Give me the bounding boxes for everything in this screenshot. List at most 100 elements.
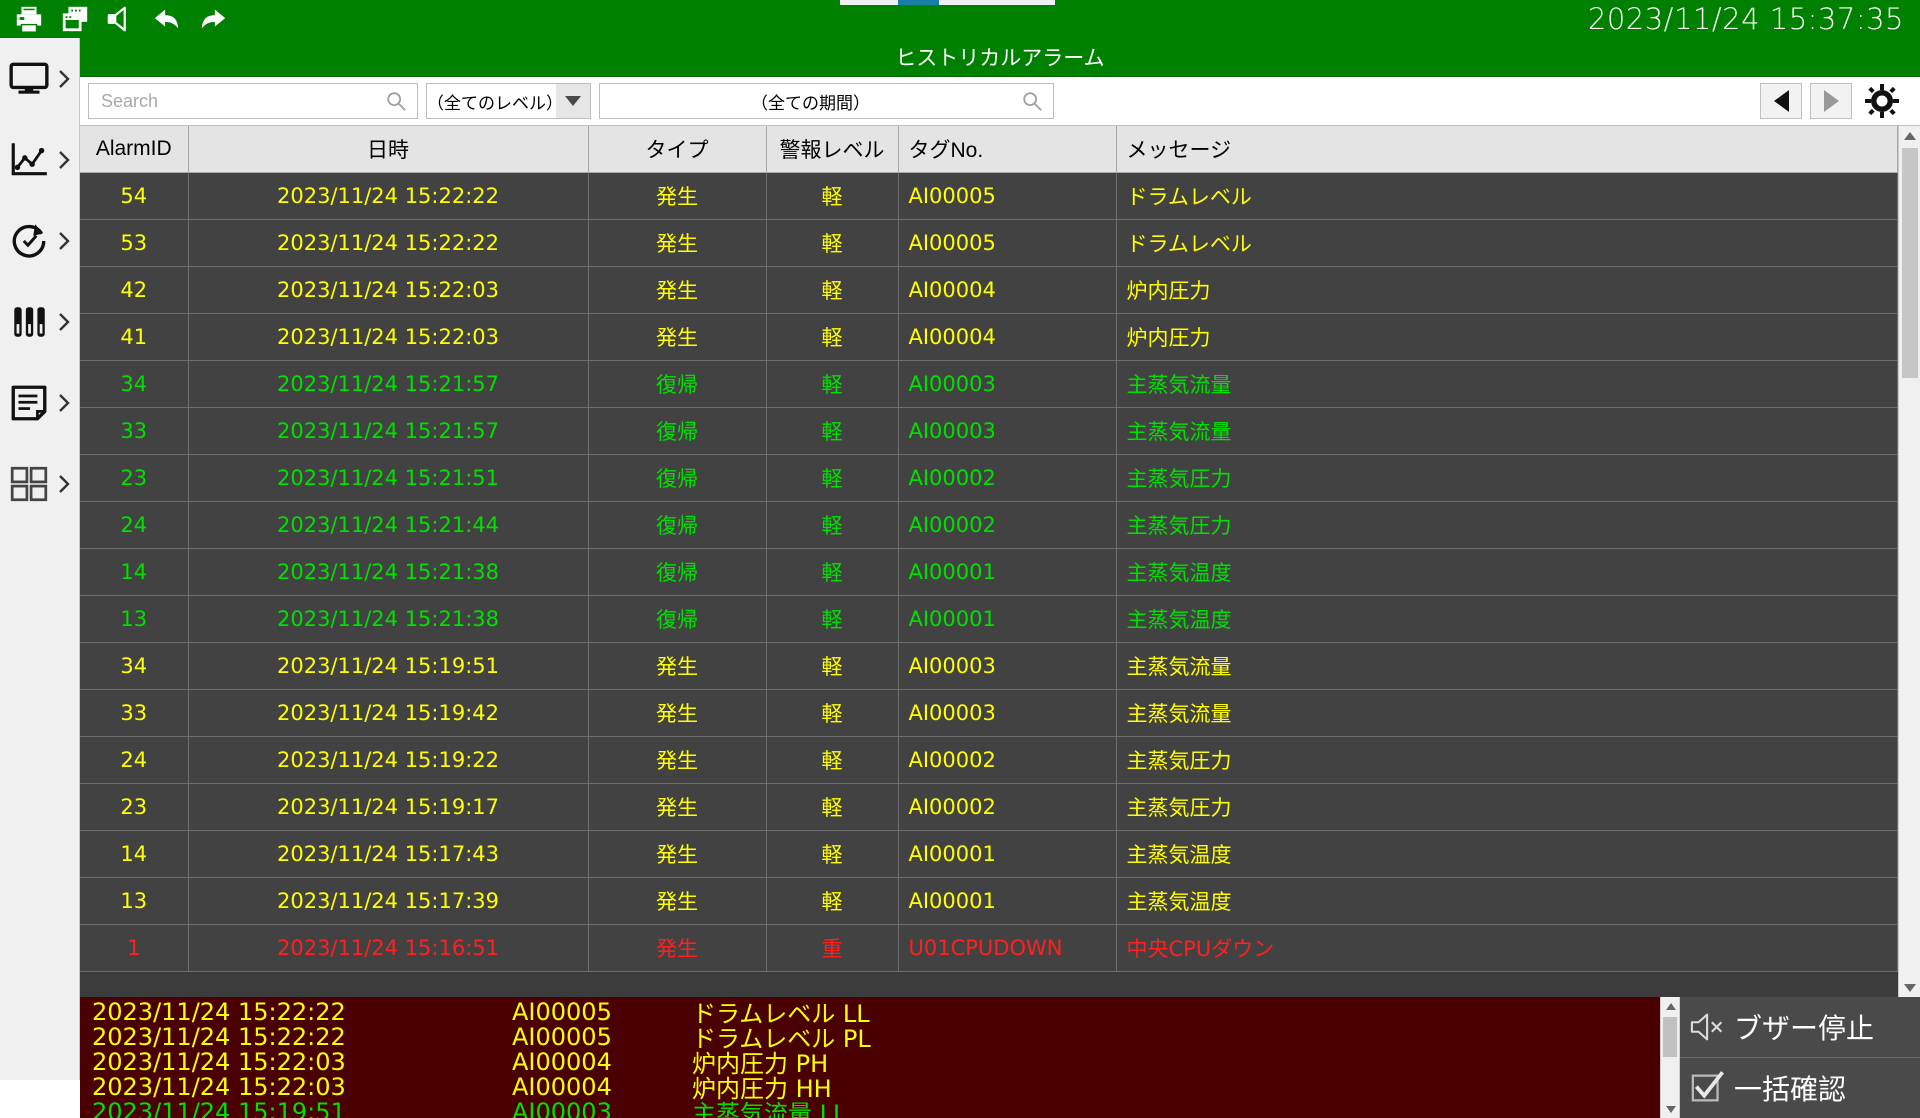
buzzer-icon[interactable] xyxy=(106,4,136,34)
table-row[interactable]: 422023/11/24 15:22:03発生軽AI00004炉内圧力 xyxy=(80,266,1898,313)
cell-level: 軽 xyxy=(766,454,898,501)
cell-datetime: 2023/11/24 15:21:38 xyxy=(188,548,588,595)
screen-copy-icon[interactable] xyxy=(60,4,90,34)
table-row[interactable]: 342023/11/24 15:19:51発生軽AI00003主蒸気流量 xyxy=(80,642,1898,689)
banner-scroll-down-button[interactable] xyxy=(1661,1100,1681,1118)
cell-datetime: 2023/11/24 15:17:39 xyxy=(188,877,588,924)
table-row[interactable]: 242023/11/24 15:21:44復帰軽AI00002主蒸気圧力 xyxy=(80,501,1898,548)
sidebar-item-layout[interactable] xyxy=(0,443,80,524)
table-row[interactable]: 232023/11/24 15:19:17発生軽AI00002主蒸気圧力 xyxy=(80,783,1898,830)
cell-type: 発生 xyxy=(588,924,766,971)
cell-alarmid: 33 xyxy=(80,689,188,736)
cell-level: 軽 xyxy=(766,360,898,407)
cell-tag: AI00002 xyxy=(898,783,1116,830)
table-row[interactable]: 132023/11/24 15:21:38復帰軽AI00001主蒸気温度 xyxy=(80,595,1898,642)
period-filter-input[interactable]: （全ての期間） xyxy=(599,83,1054,119)
banner-action-buttons: ブザー停止 一括確認 xyxy=(1680,997,1920,1118)
sidebar-item-trend[interactable] xyxy=(0,119,80,200)
main-panel: ヒストリカルアラーム Search （全てのレベル） （全ての期間） xyxy=(80,38,1920,1080)
alarm-table: AlarmID 日時 タイプ 警報レベル タグNo. メッセージ 542023/… xyxy=(80,126,1898,972)
cell-level: 軽 xyxy=(766,548,898,595)
table-row[interactable]: 142023/11/24 15:21:38復帰軽AI00001主蒸気温度 xyxy=(80,548,1898,595)
alarm-table-container: AlarmID 日時 タイプ 警報レベル タグNo. メッセージ 542023/… xyxy=(80,125,1920,997)
pager-controls xyxy=(1760,82,1912,120)
cell-type: 復帰 xyxy=(588,548,766,595)
cell-level: 軽 xyxy=(766,783,898,830)
cell-message: 主蒸気流量 xyxy=(1116,689,1898,736)
cell-tag: AI00003 xyxy=(898,642,1116,689)
cell-alarmid: 13 xyxy=(80,595,188,642)
table-row[interactable]: 332023/11/24 15:21:57復帰軽AI00003主蒸気流量 xyxy=(80,407,1898,454)
column-header-level[interactable]: 警報レベル xyxy=(766,126,898,172)
banner-datetime: 2023/11/24 15:19:51 xyxy=(92,1098,512,1118)
cell-level: 軽 xyxy=(766,313,898,360)
sidebar-item-bargraph[interactable] xyxy=(0,281,80,362)
level-filter-select[interactable]: （全てのレベル） xyxy=(426,83,591,119)
column-header-tagno[interactable]: タグNo. xyxy=(898,126,1116,172)
column-header-message[interactable]: メッセージ xyxy=(1116,126,1898,172)
cell-tag: AI00005 xyxy=(898,172,1116,219)
print-icon[interactable] xyxy=(14,4,44,34)
cell-tag: AI00004 xyxy=(898,313,1116,360)
column-header-datetime[interactable]: 日時 xyxy=(188,126,588,172)
cell-level: 軽 xyxy=(766,736,898,783)
next-page-button[interactable] xyxy=(1810,83,1852,119)
table-row[interactable]: 332023/11/24 15:19:42発生軽AI00003主蒸気流量 xyxy=(80,689,1898,736)
scroll-down-button[interactable] xyxy=(1899,978,1920,998)
banner-scrollbar[interactable] xyxy=(1660,997,1680,1118)
banner-scrollbar-thumb[interactable] xyxy=(1663,1017,1677,1057)
table-row[interactable]: 232023/11/24 15:21:51復帰軽AI00002主蒸気圧力 xyxy=(80,454,1898,501)
back-arrow-icon[interactable] xyxy=(152,4,182,34)
table-scrollbar[interactable] xyxy=(1898,126,1920,998)
sidebar-item-monitor[interactable] xyxy=(0,38,80,119)
cell-alarmid: 53 xyxy=(80,219,188,266)
table-row[interactable]: 142023/11/24 15:17:43発生軽AI00001主蒸気温度 xyxy=(80,830,1898,877)
cell-alarmid: 41 xyxy=(80,313,188,360)
column-header-alarmid[interactable]: AlarmID xyxy=(80,126,188,172)
layout-grid-icon xyxy=(8,463,50,505)
settings-button[interactable] xyxy=(1860,82,1904,120)
cell-message: 主蒸気温度 xyxy=(1116,548,1898,595)
bulk-ack-button[interactable]: 一括確認 xyxy=(1680,1057,1920,1118)
table-row[interactable]: 532023/11/24 15:22:22発生軽AI00005ドラムレベル xyxy=(80,219,1898,266)
table-row[interactable]: 12023/11/24 15:16:51発生重U01CPUDOWN中央CPUダウ… xyxy=(80,924,1898,971)
cell-message: 主蒸気圧力 xyxy=(1116,454,1898,501)
table-row[interactable]: 242023/11/24 15:19:22発生軽AI00002主蒸気圧力 xyxy=(80,736,1898,783)
forward-arrow-icon[interactable] xyxy=(198,4,228,34)
alarm-table-body: 542023/11/24 15:22:22発生軽AI00005ドラムレベル532… xyxy=(80,172,1898,971)
banner-alarm-row[interactable]: 2023/11/24 15:19:51AI00003主蒸気流量 LL xyxy=(92,1099,1660,1118)
cell-level: 軽 xyxy=(766,172,898,219)
table-row[interactable]: 342023/11/24 15:21:57復帰軽AI00003主蒸気流量 xyxy=(80,360,1898,407)
table-scrollbar-thumb[interactable] xyxy=(1902,148,1918,378)
active-alarm-list[interactable]: 2023/11/24 15:22:22AI00005ドラムレベル LL2023/… xyxy=(80,997,1660,1118)
table-row[interactable]: 132023/11/24 15:17:39発生軽AI00001主蒸気温度 xyxy=(80,877,1898,924)
banner-message: 主蒸気流量 LL xyxy=(692,1094,1660,1118)
cell-alarmid: 13 xyxy=(80,877,188,924)
scroll-up-button[interactable] xyxy=(1899,126,1920,146)
banner-scroll-up-button[interactable] xyxy=(1661,997,1681,1015)
cell-message: 主蒸気流量 xyxy=(1116,642,1898,689)
table-row[interactable]: 412023/11/24 15:22:03発生軽AI00004炉内圧力 xyxy=(80,313,1898,360)
period-filter-value: （全ての期間） xyxy=(600,89,1021,114)
buzzer-stop-button[interactable]: ブザー停止 xyxy=(1680,997,1920,1057)
cell-message: 主蒸気温度 xyxy=(1116,830,1898,877)
banner-datetime: 2023/11/24 15:22:22 xyxy=(92,1023,512,1051)
triangle-right-icon xyxy=(1824,90,1839,112)
cell-datetime: 2023/11/24 15:22:22 xyxy=(188,219,588,266)
sidebar-item-report[interactable] xyxy=(0,362,80,443)
period-search-icon[interactable] xyxy=(1021,90,1043,112)
monitor-icon xyxy=(8,58,50,100)
cell-level: 軽 xyxy=(766,266,898,313)
table-row[interactable]: 542023/11/24 15:22:22発生軽AI00005ドラムレベル xyxy=(80,172,1898,219)
cell-message: 中央CPUダウン xyxy=(1116,924,1898,971)
cell-alarmid: 23 xyxy=(80,783,188,830)
sidebar-item-history[interactable] xyxy=(0,200,80,281)
history-clock-icon xyxy=(8,220,50,262)
prev-page-button[interactable] xyxy=(1760,83,1802,119)
search-input[interactable]: Search xyxy=(88,83,418,119)
cell-tag: AI00005 xyxy=(898,219,1116,266)
cell-tag: AI00003 xyxy=(898,360,1116,407)
column-header-type[interactable]: タイプ xyxy=(588,126,766,172)
cell-datetime: 2023/11/24 15:17:43 xyxy=(188,830,588,877)
chevron-down-icon[interactable] xyxy=(556,84,590,118)
